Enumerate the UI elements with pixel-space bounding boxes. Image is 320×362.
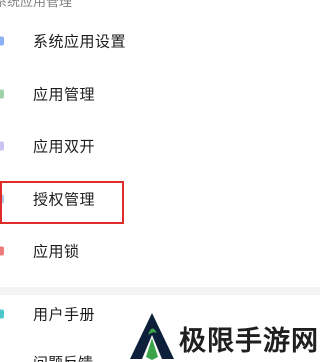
apps-icon: [0, 89, 4, 99]
menu-item-label: 应用管理: [33, 85, 96, 104]
menu-item-label: 用户手册: [33, 305, 96, 324]
lock-icon: [0, 246, 4, 256]
menu-item-system-app-settings[interactable]: 系统应用设置: [0, 15, 320, 67]
menu-item-app-lock[interactable]: 应用锁: [0, 225, 320, 277]
menu-item-label: 应用双开: [33, 137, 96, 156]
menu-item-label: 应用锁: [33, 242, 80, 261]
settings-screen: 系统应用管理 系统应用设置 应用管理 应用双开 授权管理 应用锁 用户手册 问题…: [0, 0, 320, 362]
manual-icon: [0, 309, 4, 319]
menu-item-dual-apps[interactable]: 应用双开: [0, 120, 320, 172]
watermark: 极限手游网: [128, 311, 320, 361]
menu-item-feedback[interactable]: 问题反馈: [33, 352, 93, 362]
dual-apps-icon: [0, 141, 4, 151]
section-header: 系统应用管理: [0, 0, 73, 10]
watermark-text: 极限手游网: [179, 326, 319, 357]
settings-icon: [0, 36, 4, 46]
menu-item-label: 系统应用设置: [33, 32, 127, 51]
site-logo-icon: [130, 313, 174, 360]
highlight-box: [0, 181, 124, 224]
menu-item-app-management[interactable]: 应用管理: [0, 68, 320, 120]
